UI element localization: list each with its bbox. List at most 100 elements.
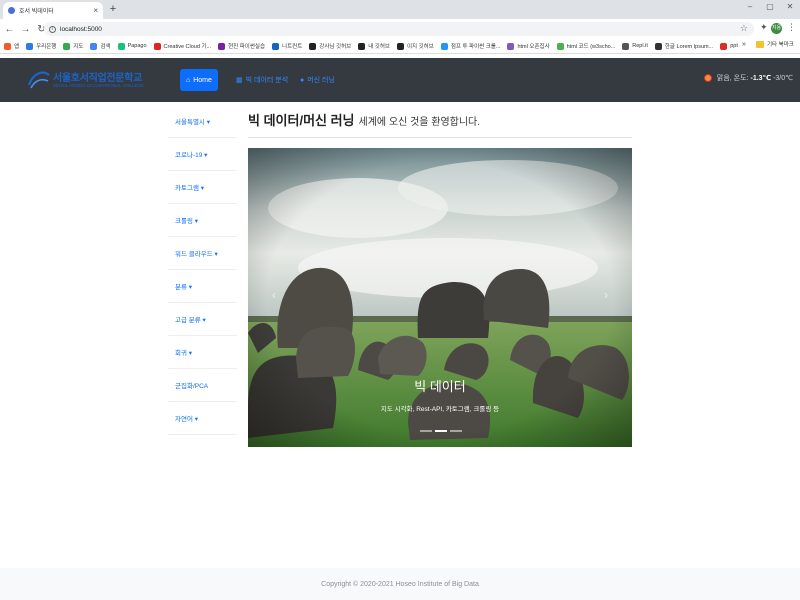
bookmark-item[interactable]: Repl.it xyxy=(622,42,648,50)
copyright-text: Copyright © 2020-2021 Hoseo Institute of… xyxy=(321,580,479,588)
page-footer: Copyright © 2020-2021 Hoseo Institute of… xyxy=(0,568,800,600)
bookmark-label: html 오픈집사 xyxy=(517,44,550,50)
bookmark-label: 점프 투 파이썬 크롤... xyxy=(450,44,501,50)
logo-title: 서울호서직업전문학교 xyxy=(53,73,143,84)
bookmark-item[interactable]: html 오픈집사 xyxy=(507,42,550,50)
sidebar-item[interactable]: 회귀 ▾ xyxy=(168,336,237,369)
browser-menu-icon[interactable]: ⋮ xyxy=(787,22,796,33)
forward-icon[interactable]: → xyxy=(19,23,32,36)
weather-range: -3/0℃ xyxy=(773,75,793,82)
browser-tab[interactable]: 호서 빅데이터 × xyxy=(3,2,103,19)
bookmark-item[interactable]: 앱 xyxy=(4,42,19,50)
sidebar-item[interactable]: 자연어 ▾ xyxy=(168,402,237,435)
sidebar-item[interactable]: 분류 ▾ xyxy=(168,270,237,303)
extension-puzzle-icon[interactable]: ✦ xyxy=(760,22,768,33)
bookmark-label: 니트컨트 xyxy=(282,44,303,50)
weather-text: 맑음, 온도: xyxy=(716,75,749,82)
sidebar-item[interactable]: 워드 클라우드 ▾ xyxy=(168,237,237,270)
bookmark-label: 현진 파이썬실습 xyxy=(228,44,266,50)
carousel-indicator[interactable] xyxy=(434,430,447,432)
maximize-button[interactable]: ▢ xyxy=(762,2,778,11)
nav-machine-learning[interactable]: ● 머신 러닝 xyxy=(300,69,335,91)
close-window-button[interactable]: ✕ xyxy=(782,2,798,11)
carousel-indicator[interactable] xyxy=(419,430,432,432)
bookmark-item[interactable]: html 코드 (w3scho... xyxy=(556,42,616,50)
bookmark-label: 이지 깃허브 xyxy=(406,44,434,50)
bookmark-item[interactable]: ppt xyxy=(720,42,738,50)
bookmark-favicon-icon xyxy=(272,42,280,50)
minimize-button[interactable]: – xyxy=(742,2,758,11)
back-icon[interactable]: ← xyxy=(3,23,16,36)
sun-icon xyxy=(704,75,711,81)
sidebar-item[interactable]: 코로나-19 ▾ xyxy=(168,138,237,171)
bookmark-favicon-icon xyxy=(90,42,98,50)
bookmarks-bar: 앱 우리은행 지도 검색 Papago Creative Cloud 기... 현진 파이썬… xyxy=(0,39,800,54)
bookmark-label: 앱 xyxy=(14,44,20,50)
bookmark-favicon-icon xyxy=(440,42,448,50)
url-text: localhost:5000 xyxy=(60,25,102,33)
bookmark-item[interactable]: 검색 xyxy=(90,42,111,50)
bookmark-favicon-icon xyxy=(153,42,161,50)
carousel-caption-text: 지도 시각화, Rest-API, 카토그램, 크롤링 등 xyxy=(380,406,500,413)
bookmark-label: Repl.it xyxy=(632,43,648,49)
nav-machine-learning-label: 머신 러닝 xyxy=(307,77,335,84)
sidebar: 서울특별시 ▾ 코로나-19 ▾ 카토그램 ▾ 크롤링 ▾ 워드 클라우드 ▾ 분류 ▾ 고… xyxy=(168,105,237,435)
home-icon: ⌂ xyxy=(186,76,191,84)
sidebar-item[interactable]: 카토그램 ▾ xyxy=(168,171,237,204)
bookmark-label: html 코드 (w3scho... xyxy=(566,44,616,50)
tab-close-icon[interactable]: × xyxy=(93,6,98,15)
bookmark-label: 지도 xyxy=(73,44,84,50)
bookmark-item[interactable]: 니트컨트 xyxy=(272,42,302,50)
bookmark-item[interactable]: 강사님 깃허브 xyxy=(309,42,351,50)
sidebar-item[interactable]: 군집화/PCA xyxy=(168,369,237,402)
bookmark-favicon-icon xyxy=(556,42,564,50)
bookmark-label: 강사님 깃허브 xyxy=(319,44,352,50)
carousel-indicator[interactable] xyxy=(449,430,462,432)
bookmark-label: Papago xyxy=(127,43,147,49)
bookmark-label: 한글 Lorem Ipsum... xyxy=(664,44,714,50)
carousel-caption-title: 빅 데이터 xyxy=(414,379,466,394)
hero-carousel[interactable]: ‹ › 빅 데이터 지도 시각화, Rest-API, 카토그램, 크롤링 등 xyxy=(248,148,632,447)
bookmark-item[interactable]: 점프 투 파이썬 크롤... xyxy=(440,42,501,50)
logo-subtitle: SEOUL HOSEO OCCUPATIONAL COLLEGE xyxy=(53,83,145,88)
nav-home-label: Home xyxy=(193,76,212,84)
bookmark-star-icon[interactable]: ☆ xyxy=(740,23,748,34)
bookmark-favicon-icon xyxy=(309,42,317,50)
bookmark-item[interactable]: 이지 깃허브 xyxy=(396,42,434,50)
site-info-icon[interactable]: i xyxy=(49,25,56,33)
bookmark-item[interactable]: 우리은행 xyxy=(26,42,56,50)
sidebar-item[interactable]: 고급 분류 ▾ xyxy=(168,303,237,336)
bookmark-favicon-icon xyxy=(117,42,125,50)
bookmark-item[interactable]: Creative Cloud 기... xyxy=(153,42,211,50)
page-title-bold: 빅 데이터/머신 러닝 xyxy=(248,113,355,128)
bookmarks-overflow-button[interactable]: » xyxy=(742,41,746,48)
nav-home[interactable]: ⌂ Home xyxy=(180,69,218,91)
bookmark-favicon-icon xyxy=(218,42,226,50)
bookmark-item[interactable]: 한글 Lorem Ipsum... xyxy=(654,42,714,50)
address-bar[interactable]: i localhost:5000 ☆ xyxy=(44,22,754,36)
other-bookmarks-label: 기타 북마크 xyxy=(767,42,794,48)
school-logo[interactable]: 서울호서직업전문학교 SEOUL HOSEO OCCUPATIONAL COLL… xyxy=(27,67,147,93)
nav-bigdata[interactable]: ▦ 빅 데이터 분석 xyxy=(236,69,288,91)
weather-widget: 맑음, 온도: -1.3℃ -3/0℃ xyxy=(704,73,793,83)
carousel-next-icon[interactable]: › xyxy=(604,288,608,302)
bookmark-item[interactable]: 내 깃허브 xyxy=(358,42,390,50)
page-title-rest: 세계에 오신 것을 환영합니다. xyxy=(358,117,481,128)
carousel-prev-icon[interactable]: ‹ xyxy=(272,288,276,302)
sidebar-item[interactable]: 서울특별시 ▾ xyxy=(168,105,237,138)
nav-bigdata-label: 빅 데이터 분석 xyxy=(245,77,289,84)
new-tab-button[interactable]: + xyxy=(107,3,119,15)
bookmark-favicon-icon xyxy=(358,42,366,50)
sidebar-item[interactable]: 크롤링 ▾ xyxy=(168,204,237,237)
bookmark-label: ppt xyxy=(730,43,738,49)
browser-toolbar: ← → ↻ i localhost:5000 ☆ xyxy=(0,19,800,39)
bookmark-item[interactable]: Papago xyxy=(117,42,147,50)
profile-avatar[interactable]: 지용 xyxy=(771,23,782,34)
bookmark-label: 우리은행 xyxy=(36,44,57,50)
other-bookmarks-folder[interactable]: 기타 북마크 xyxy=(756,40,794,48)
bookmark-favicon-icon xyxy=(654,42,662,50)
bookmark-item[interactable]: 지도 xyxy=(63,42,83,50)
bookmark-item[interactable]: 현진 파이썬실습 xyxy=(218,42,265,50)
bookmark-label: 내 깃허브 xyxy=(368,44,390,50)
site-navbar: 서울호서직업전문학교 SEOUL HOSEO OCCUPATIONAL COLL… xyxy=(0,58,800,102)
